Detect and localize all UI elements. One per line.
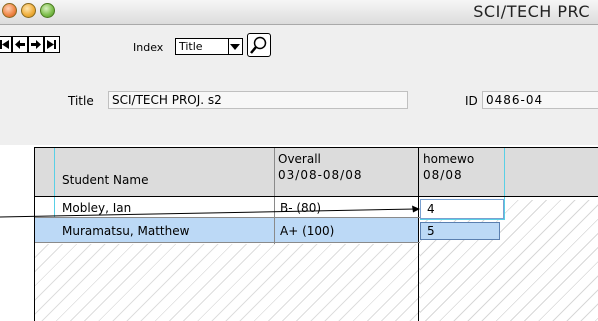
last-record-button[interactable] bbox=[44, 36, 60, 53]
annotation-arrow bbox=[0, 205, 420, 218]
title-field[interactable]: SCI/TECH PROJ. s2 bbox=[108, 91, 408, 109]
zoom-window-button[interactable] bbox=[40, 3, 55, 18]
homework-input-row-1[interactable]: 4 bbox=[420, 199, 504, 219]
column-header-student-name[interactable]: Student Name bbox=[62, 173, 148, 188]
table-top-border bbox=[35, 147, 598, 148]
homework-input-row-2[interactable]: 5 bbox=[420, 222, 500, 240]
arrow-right-icon bbox=[31, 40, 41, 49]
chevron-down-icon bbox=[230, 44, 240, 50]
column-header-homework-date: 08/08 bbox=[423, 168, 463, 182]
id-field[interactable]: 0486-04 bbox=[482, 91, 598, 109]
column-header-homework-line1[interactable]: homewo bbox=[423, 152, 474, 167]
previous-record-button[interactable] bbox=[12, 36, 28, 53]
minimize-window-button[interactable] bbox=[21, 3, 36, 18]
next-record-button[interactable] bbox=[28, 36, 44, 53]
empty-rows-hatch bbox=[35, 244, 420, 321]
window-title: SCI/TECH PRC bbox=[473, 2, 590, 21]
homework-row-1-bottom bbox=[420, 219, 504, 220]
table-row-2-name[interactable]: Muramatsu, Matthew bbox=[62, 223, 189, 239]
table-left-border bbox=[34, 147, 35, 321]
search-button[interactable] bbox=[247, 33, 271, 57]
table-row-2-overall[interactable]: A+ (100) bbox=[280, 223, 334, 239]
arrow-left-icon bbox=[15, 40, 25, 49]
row-2-bottom-border bbox=[35, 242, 420, 243]
toolbar: Index Title bbox=[0, 25, 598, 63]
index-select-value: Title bbox=[179, 40, 203, 53]
index-select[interactable]: Title bbox=[175, 38, 243, 55]
close-window-button[interactable] bbox=[2, 3, 17, 18]
column-divider-homework bbox=[504, 148, 505, 220]
magnifier-icon bbox=[250, 36, 267, 54]
id-label: ID bbox=[465, 94, 478, 108]
first-record-button[interactable] bbox=[0, 36, 12, 53]
title-label: Title bbox=[68, 94, 94, 108]
index-label: Index bbox=[133, 41, 164, 54]
last-record-icon bbox=[47, 40, 56, 49]
first-record-icon bbox=[0, 40, 9, 49]
column-header-overall-dates: 03/08-08/08 bbox=[278, 168, 363, 182]
select-divider bbox=[228, 39, 229, 54]
column-divider-overall bbox=[418, 148, 419, 321]
title-bar: SCI/TECH PRC bbox=[0, 0, 598, 25]
column-header-overall-line1[interactable]: Overall bbox=[278, 152, 321, 167]
